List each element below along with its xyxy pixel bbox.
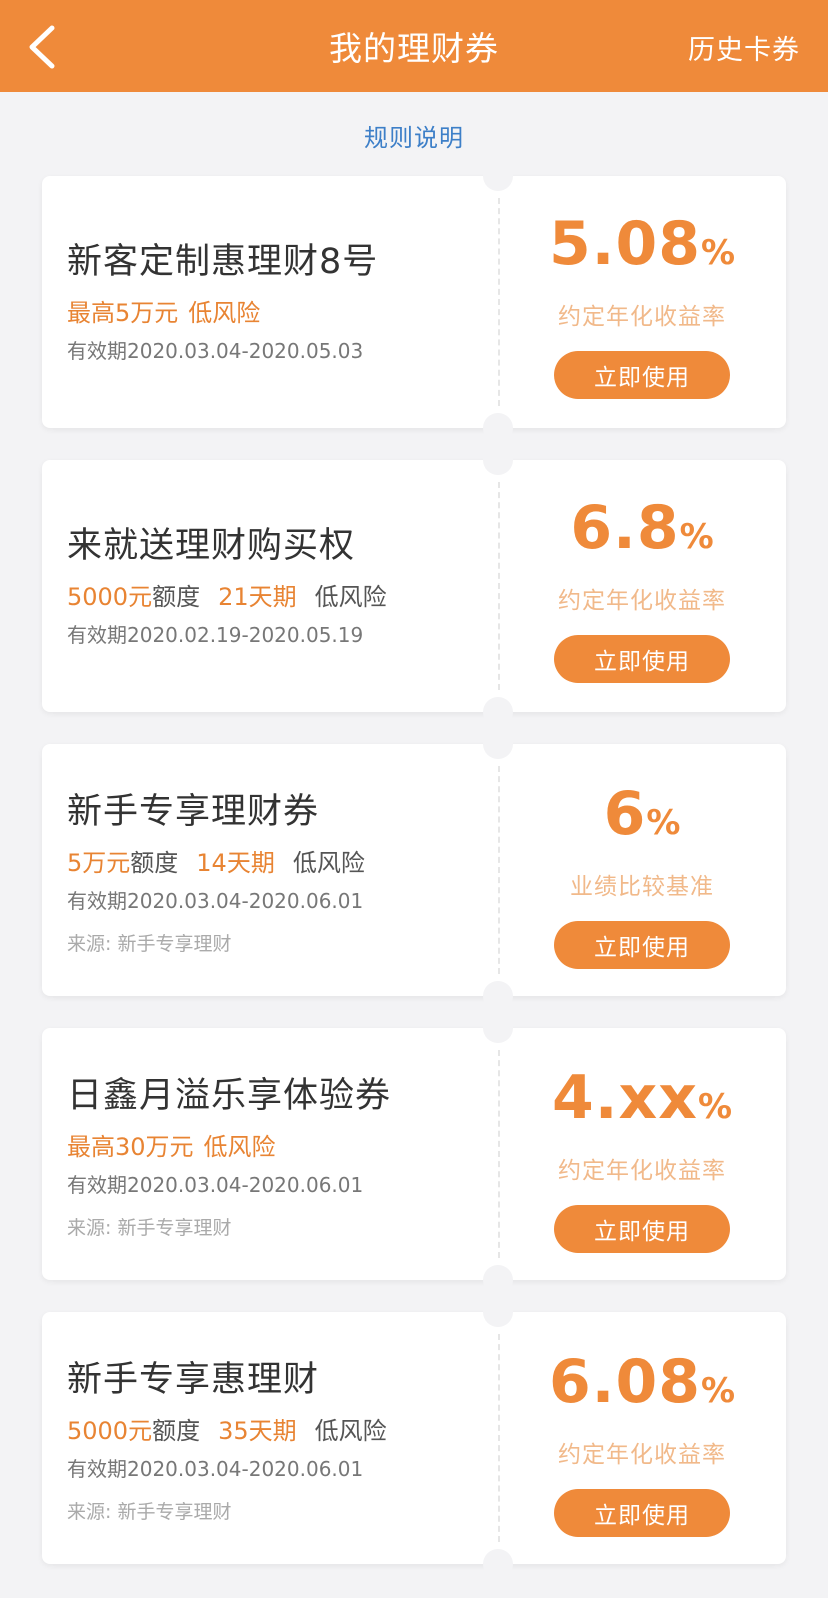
coupon-quota-tag: 额度 (152, 1417, 201, 1445)
history-coupons-link[interactable]: 历史卡券 (688, 28, 800, 67)
coupon-validity: 有效期2020.02.19-2020.05.19 (67, 623, 364, 647)
card-notch (483, 1265, 513, 1295)
coupon-rate: 4.xx% (552, 1066, 732, 1145)
rate-unit: % (646, 803, 681, 843)
card-notch (483, 729, 513, 759)
card-notch (483, 161, 513, 191)
rate-value: 6.8 (570, 493, 680, 563)
use-now-button[interactable]: 立即使用 (554, 351, 730, 399)
coupon-quota-tag: 额度 (130, 849, 179, 877)
use-now-button[interactable]: 立即使用 (554, 1489, 730, 1537)
coupon-rate-panel: 5.08% 约定年化收益率 立即使用 (498, 176, 786, 428)
coupon-validity: 有效期2020.03.04-2020.05.03 (67, 339, 364, 363)
card-notch (483, 1297, 513, 1327)
coupon-amount-tag: 5000元 (67, 583, 153, 611)
card-notch (483, 697, 513, 727)
coupon-quota-tag: 额度 (152, 583, 201, 611)
card-notch (483, 445, 513, 475)
coupon-amount-tag: 最高5万元 (67, 299, 179, 327)
coupon-info: 日鑫月溢乐享体验券 最高30万元 低风险 有效期2020.03.04-2020.0… (42, 1028, 498, 1280)
card-divider (498, 198, 500, 406)
rate-value: 5.08 (548, 209, 701, 279)
coupon-source: 来源: 新手专享理财 (67, 1217, 232, 1239)
coupon-tags: 5万元额度 14天期 低风险 (67, 848, 498, 878)
coupon-card[interactable]: 新手专享惠理财 5000元额度 35天期 低风险 有效期2020.03.04-202… (42, 1297, 786, 1579)
coupon-info: 新手专享惠理财 5000元额度 35天期 低风险 有效期2020.03.04-202… (42, 1312, 498, 1564)
coupon-rate-panel: 6.08% 约定年化收益率 立即使用 (498, 1312, 786, 1564)
coupon-amount-tag: 5万元 (67, 849, 131, 877)
use-now-button[interactable]: 立即使用 (554, 635, 730, 683)
coupon-card[interactable]: 日鑫月溢乐享体验券 最高30万元 低风险 有效期2020.03.04-2020.0… (42, 1013, 786, 1295)
card-divider (498, 766, 500, 974)
coupon-term-tag: 14天期 (196, 849, 275, 877)
coupon-tags: 最高5万元 低风险 (67, 298, 498, 328)
use-now-button[interactable]: 立即使用 (554, 921, 730, 969)
coupon-risk-tag: 低风险 (314, 583, 387, 611)
coupon-info: 新客定制惠理财8号 最高5万元 低风险 有效期2020.03.04-2020.05… (42, 176, 498, 428)
coupon-validity: 有效期2020.03.04-2020.06.01 (67, 1173, 364, 1197)
rules-row: 规则说明 (0, 92, 828, 176)
coupon-card[interactable]: 新客定制惠理财8号 最高5万元 低风险 有效期2020.03.04-2020.05… (42, 161, 786, 443)
coupon-validity: 有效期2020.03.04-2020.06.01 (67, 1457, 364, 1481)
rate-unit: % (700, 233, 736, 273)
card-divider (498, 1050, 500, 1258)
coupon-rate: 5.08% (549, 212, 735, 291)
coupon-risk-tag: 低风险 (292, 849, 365, 877)
coupon-rate-panel: 6.8% 约定年化收益率 立即使用 (498, 460, 786, 712)
coupon-validity: 有效期2020.03.04-2020.06.01 (67, 889, 364, 913)
coupon-term-tag: 21天期 (218, 583, 297, 611)
rate-value: 4.xx (551, 1063, 698, 1133)
coupon-rate: 6.08% (549, 1350, 735, 1429)
rate-label: 约定年化收益率 (558, 588, 726, 614)
coupon-rate: 6% (604, 782, 681, 861)
rate-value: 6 (603, 779, 647, 849)
coupon-info: 新手专享理财券 5万元额度 14天期 低风险 有效期2020.03.04-2020.… (42, 744, 498, 996)
rate-value: 6.08 (548, 1347, 701, 1417)
rate-unit: % (697, 1087, 733, 1127)
rate-label: 约定年化收益率 (558, 304, 726, 330)
card-divider (498, 1334, 500, 1542)
rules-link[interactable]: 规则说明 (364, 124, 464, 152)
use-now-button[interactable]: 立即使用 (554, 1205, 730, 1253)
rate-unit: % (679, 517, 714, 557)
coupon-tags: 5000元额度 21天期 低风险 (67, 582, 498, 612)
coupon-risk-tag: 低风险 (314, 1417, 387, 1445)
coupon-rate-panel: 6% 业绩比较基准 立即使用 (498, 744, 786, 996)
rate-label: 约定年化收益率 (558, 1158, 726, 1184)
coupon-title: 新手专享惠理财 (67, 1360, 320, 1400)
coupon-tags: 最高30万元 低风险 (67, 1132, 498, 1162)
card-notch (483, 1013, 513, 1043)
coupon-title: 新客定制惠理财8号 (67, 242, 379, 282)
coupon-amount-tag: 最高30万元 (67, 1133, 194, 1161)
coupon-tags: 5000元额度 35天期 低风险 (67, 1416, 498, 1446)
coupon-source: 来源: 新手专享理财 (67, 933, 232, 955)
card-divider (498, 482, 500, 690)
coupon-risk-tag: 低风险 (188, 299, 261, 327)
coupon-title: 来就送理财购买权 (67, 526, 356, 566)
rate-label: 业绩比较基准 (570, 874, 714, 900)
card-notch (483, 981, 513, 1011)
coupon-list: 新客定制惠理财8号 最高5万元 低风险 有效期2020.03.04-2020.05… (0, 161, 828, 1579)
coupon-rate-panel: 4.xx% 约定年化收益率 立即使用 (498, 1028, 786, 1280)
coupon-title: 新手专享理财券 (67, 792, 320, 832)
coupon-title: 日鑫月溢乐享体验券 (67, 1076, 392, 1116)
coupon-card[interactable]: 新手专享理财券 5万元额度 14天期 低风险 有效期2020.03.04-2020.… (42, 729, 786, 1011)
coupon-card[interactable]: 来就送理财购买权 5000元额度 21天期 低风险 有效期2020.02.19-20… (42, 445, 786, 727)
rate-label: 约定年化收益率 (558, 1442, 726, 1468)
card-notch (483, 413, 513, 443)
coupon-rate: 6.8% (570, 496, 713, 575)
rate-unit: % (700, 1371, 736, 1411)
coupon-term-tag: 35天期 (218, 1417, 297, 1445)
app-header: 我的理财券 历史卡券 (0, 0, 828, 92)
coupon-amount-tag: 5000元 (67, 1417, 153, 1445)
coupon-risk-tag: 低风险 (203, 1133, 276, 1161)
card-notch (483, 1549, 513, 1579)
coupon-source: 来源: 新手专享理财 (67, 1501, 232, 1523)
coupon-info: 来就送理财购买权 5000元额度 21天期 低风险 有效期2020.02.19-20… (42, 460, 498, 712)
